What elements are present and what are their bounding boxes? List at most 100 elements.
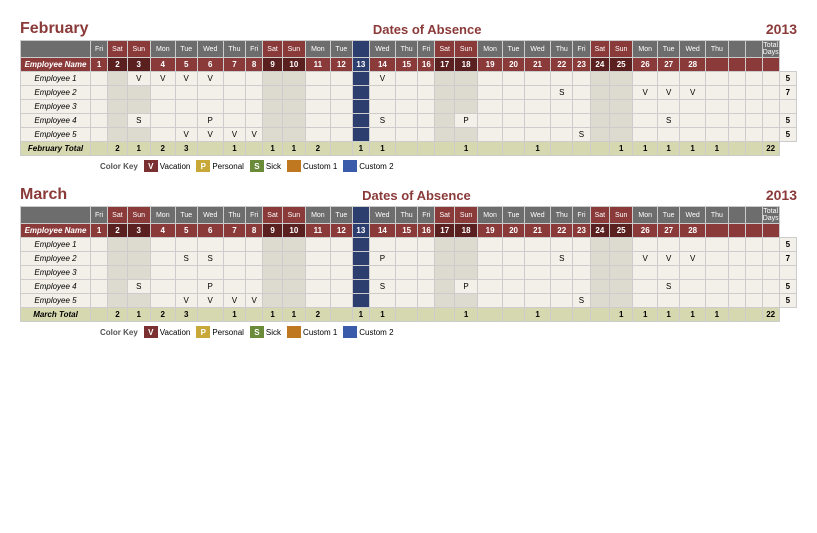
total-cell xyxy=(590,308,610,322)
key-item-c2: Custom 2 xyxy=(343,326,393,338)
calendar-table: FriSatSunMonTueWedThuFriSatSunMonTueWedT… xyxy=(20,40,797,156)
col-header-day: Wed xyxy=(680,207,706,224)
total-days-cell: 5 xyxy=(779,72,796,86)
absence-cell xyxy=(633,266,658,280)
absence-cell xyxy=(658,238,680,252)
absence-cell xyxy=(305,100,330,114)
table-row: Employee 4SPSPS5 xyxy=(21,280,797,294)
color-key-label: Color Key xyxy=(100,328,138,337)
absence-cell xyxy=(706,294,728,308)
total-cell: 1 xyxy=(524,308,550,322)
col-header-day: Wed xyxy=(524,41,550,58)
col-header-day: Fri xyxy=(91,207,108,224)
absence-cell xyxy=(478,266,503,280)
absence-cell xyxy=(305,294,330,308)
absence-cell xyxy=(590,128,610,142)
col-header-date: 4 xyxy=(150,58,175,72)
col-header-date xyxy=(745,58,762,72)
col-header-date xyxy=(745,224,762,238)
col-header-date: 25 xyxy=(610,58,633,72)
col-header-date: 1 xyxy=(91,58,108,72)
absence-cell xyxy=(478,294,503,308)
absence-cell xyxy=(610,100,633,114)
absence-cell xyxy=(706,86,728,100)
absence-cell xyxy=(223,72,245,86)
absence-cell xyxy=(246,100,263,114)
schedule-block-march: MarchDates of Absence2013FriSatSunMonTue… xyxy=(20,186,797,338)
absence-cell xyxy=(680,294,706,308)
absence-cell xyxy=(551,100,573,114)
key-box: S xyxy=(250,160,264,172)
total-cell xyxy=(418,308,435,322)
col-header-date: 6 xyxy=(197,224,223,238)
col-header-day: Mon xyxy=(150,207,175,224)
absence-cell: S xyxy=(551,86,573,100)
absence-cell xyxy=(658,294,680,308)
absence-cell xyxy=(282,266,305,280)
col-header-date xyxy=(728,58,745,72)
col-header-day: Tue xyxy=(330,41,352,58)
absence-cell: V xyxy=(369,72,395,86)
absence-cell xyxy=(551,238,573,252)
key-item-label: Vacation xyxy=(160,328,191,337)
color-key: Color KeyVVacationPPersonalSSickCustom 1… xyxy=(20,160,797,172)
total-cell: 1 xyxy=(658,308,680,322)
absence-cell xyxy=(91,100,108,114)
col-header-date: 24 xyxy=(590,58,610,72)
key-item-s: SSick xyxy=(250,160,281,172)
col-header-day: Thu xyxy=(706,41,728,58)
col-header-day: Wed xyxy=(369,207,395,224)
absence-cell xyxy=(127,294,150,308)
absence-cell xyxy=(305,128,330,142)
col-header-date: 12 xyxy=(330,58,352,72)
col-header-day: Fri xyxy=(573,207,590,224)
key-box: V xyxy=(144,160,158,172)
absence-cell xyxy=(478,100,503,114)
table-row: Employee 2SVVV7 xyxy=(21,86,797,100)
absence-cell xyxy=(745,252,762,266)
absence-cell xyxy=(305,72,330,86)
absence-cell xyxy=(728,128,745,142)
absence-cell xyxy=(455,294,478,308)
absence-cell xyxy=(91,86,108,100)
absence-cell xyxy=(728,294,745,308)
total-row: March Total2123111211111111122 xyxy=(21,308,797,322)
total-cell: 1 xyxy=(263,308,283,322)
col-header-date: 5 xyxy=(175,58,197,72)
col-header-day: Sun xyxy=(455,207,478,224)
absence-cell xyxy=(590,114,610,128)
absence-cell: V xyxy=(175,72,197,86)
key-box: P xyxy=(196,326,210,338)
absence-cell xyxy=(706,114,728,128)
absence-cell xyxy=(127,100,150,114)
total-cell: 1 xyxy=(455,142,478,156)
absence-cell xyxy=(395,266,417,280)
absence-cell xyxy=(573,280,590,294)
absence-cell xyxy=(551,72,573,86)
absence-cell xyxy=(435,238,455,252)
col-header-date: 14 xyxy=(369,224,395,238)
absence-cell xyxy=(282,114,305,128)
absence-cell xyxy=(745,294,762,308)
absence-cell xyxy=(305,114,330,128)
total-cell xyxy=(395,308,417,322)
total-cell xyxy=(91,142,108,156)
col-header-day: Wed xyxy=(197,41,223,58)
month-title: March xyxy=(20,186,67,204)
absence-cell xyxy=(728,100,745,114)
absence-cell xyxy=(352,252,369,266)
total-cell: 1 xyxy=(610,308,633,322)
checkbox-cell xyxy=(762,238,779,252)
absence-cell xyxy=(352,86,369,100)
col-header-date: 1 xyxy=(91,224,108,238)
col-header-date: 28 xyxy=(680,224,706,238)
total-days-cell: 5 xyxy=(779,238,796,252)
col-header-day: Sun xyxy=(455,41,478,58)
absence-cell xyxy=(91,128,108,142)
absence-cell: V xyxy=(633,252,658,266)
absence-cell: V xyxy=(223,294,245,308)
total-days-cell xyxy=(779,100,796,114)
col-header-total: Total Days xyxy=(762,41,779,58)
absence-cell xyxy=(503,72,525,86)
checkbox-cell xyxy=(762,280,779,294)
